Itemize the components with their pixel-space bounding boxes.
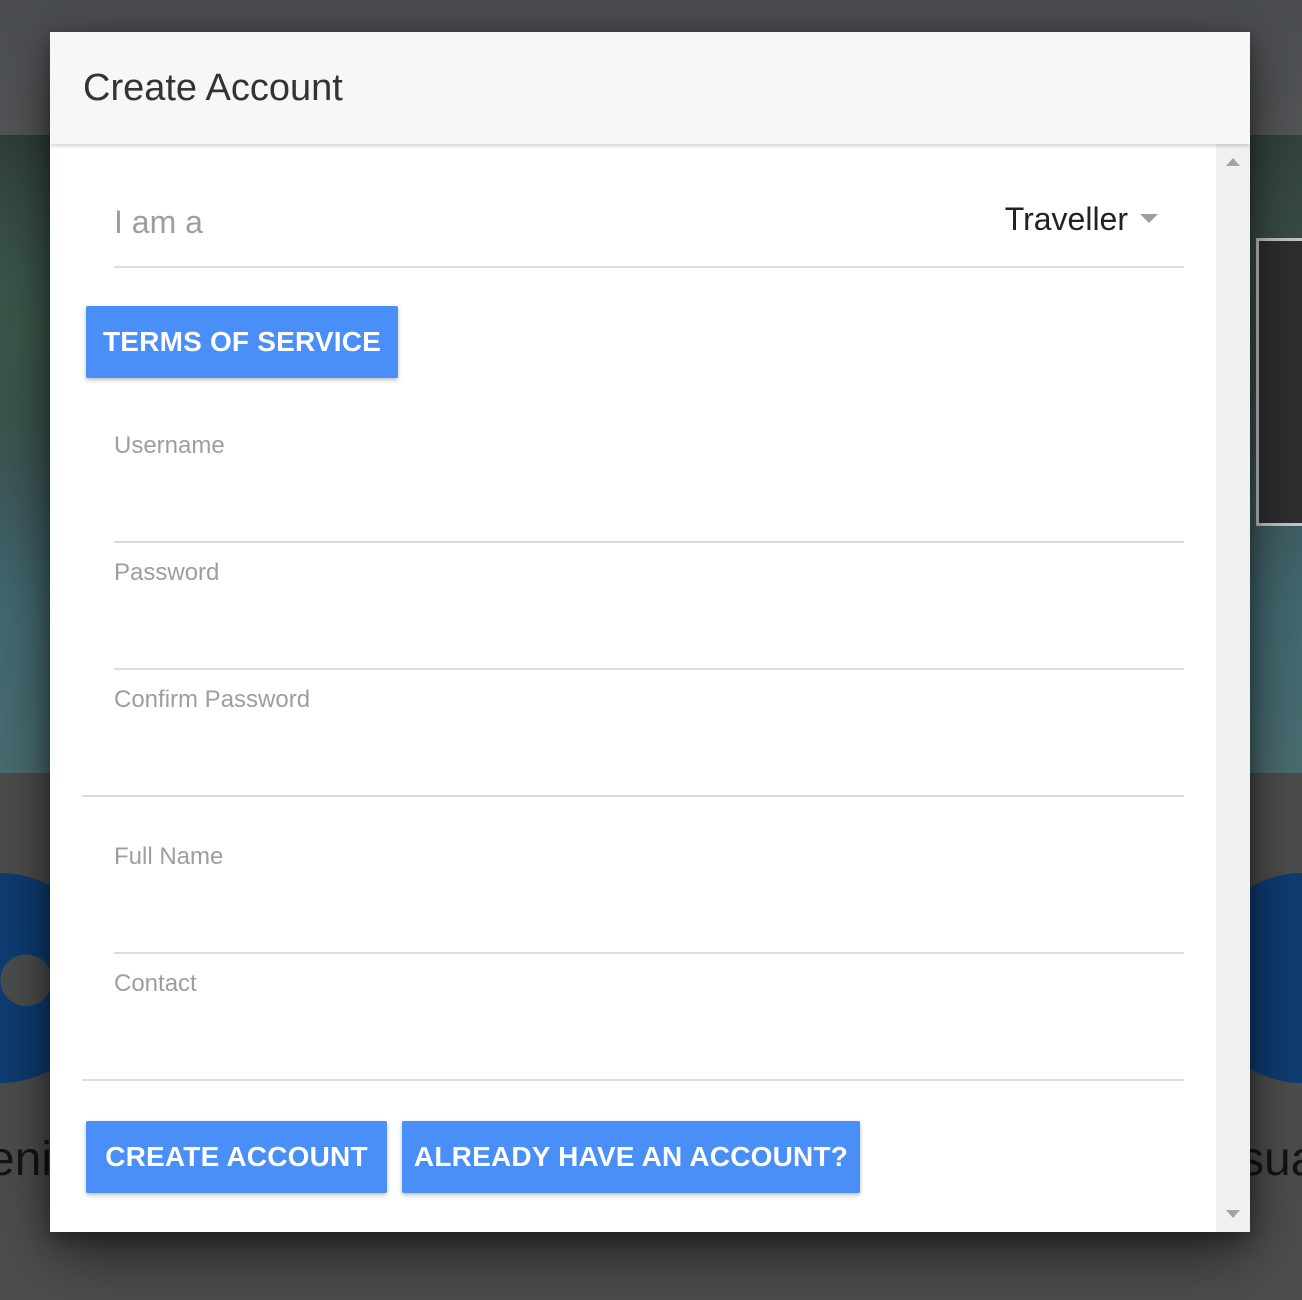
confirm-password-label: Confirm Password [114, 686, 311, 713]
confirm-password-field: Confirm Password [82, 681, 1184, 797]
username-input[interactable] [114, 473, 1184, 519]
modal-header: Create Account [50, 32, 1250, 144]
create-account-button[interactable]: Create Account [86, 1121, 387, 1193]
contact-label: Contact [114, 970, 197, 997]
background-frame [1256, 238, 1302, 526]
modal-scrollbar[interactable] [1216, 144, 1250, 1232]
confirm-password-input[interactable] [114, 727, 1184, 773]
contact-field: Contact [82, 965, 1184, 1081]
contact-underline [82, 1079, 1184, 1081]
create-account-modal: Create Account I am a Traveller Terms of… [50, 32, 1250, 1232]
background-text-left: eni [0, 1133, 53, 1186]
role-select-label: I am a [114, 204, 203, 240]
full-name-input[interactable] [114, 884, 1184, 930]
password-input[interactable] [114, 600, 1184, 646]
username-field: Username [114, 427, 1184, 543]
already-have-account-button[interactable]: Already have an account? [402, 1121, 860, 1193]
full-name-field: Full Name [114, 838, 1184, 954]
password-label: Password [114, 559, 220, 586]
confirm-password-underline [82, 795, 1184, 797]
full-name-underline [114, 952, 1184, 954]
scroll-down-arrow-icon[interactable] [1226, 1210, 1240, 1218]
modal-title: Create Account [83, 67, 343, 109]
caret-down-icon[interactable] [1140, 214, 1158, 223]
contact-input[interactable] [114, 1011, 1184, 1057]
username-label: Username [114, 432, 225, 459]
terms-of-service-button[interactable]: Terms of Service [86, 306, 398, 378]
username-underline [114, 541, 1184, 543]
role-select[interactable]: I am a Traveller [114, 194, 1184, 268]
password-field: Password [114, 554, 1184, 670]
scroll-up-arrow-icon[interactable] [1226, 158, 1240, 166]
modal-body: I am a Traveller Terms of Service Userna… [50, 144, 1216, 1232]
full-name-label: Full Name [114, 843, 224, 870]
role-select-value[interactable]: Traveller [1005, 199, 1128, 239]
password-underline [114, 668, 1184, 670]
